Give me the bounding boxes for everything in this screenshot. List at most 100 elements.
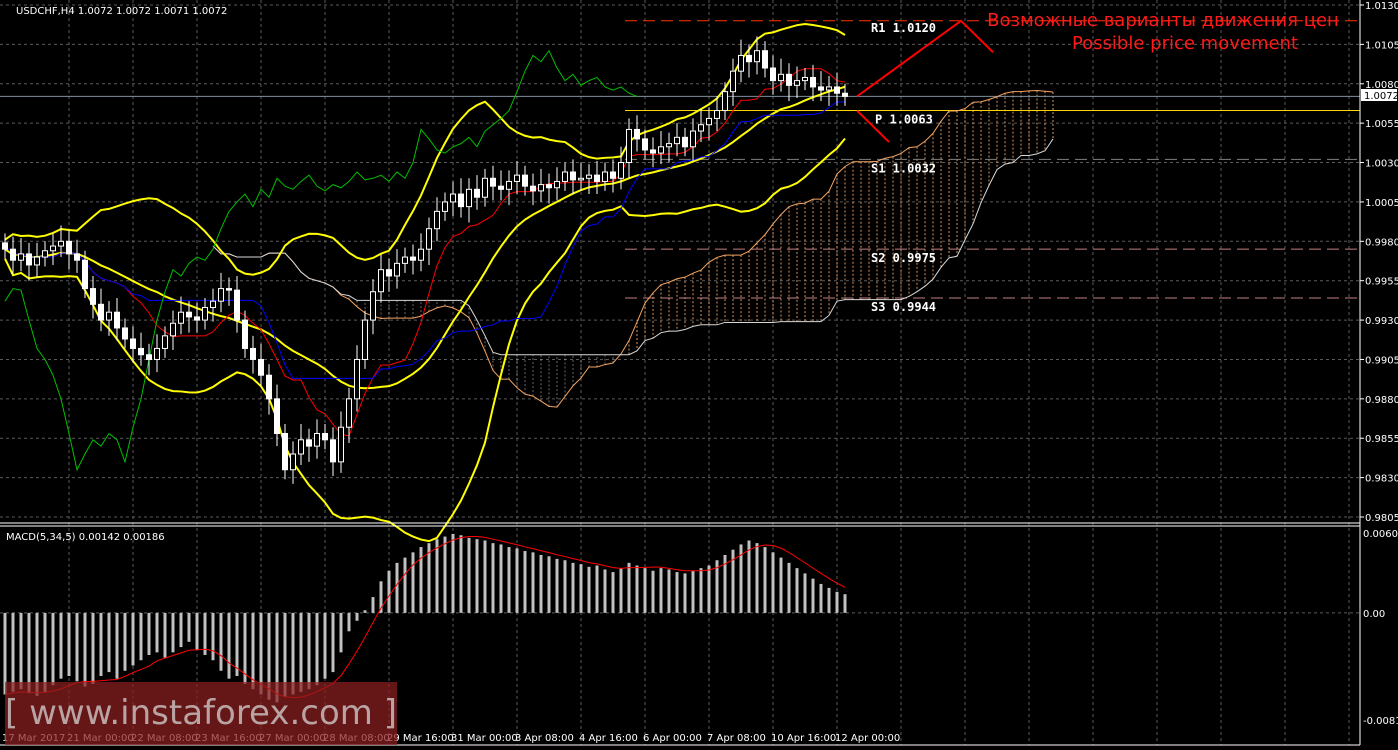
bull-candle	[18, 253, 24, 261]
bull-candle	[106, 311, 112, 321]
bull-candle	[370, 291, 376, 321]
macd-bar	[123, 612, 127, 671]
macd-bar	[403, 557, 407, 613]
macd-bar	[443, 536, 447, 613]
bear-candle	[594, 174, 600, 182]
bear-candle	[10, 248, 16, 261]
macd-bar	[91, 612, 95, 684]
bear-candle	[530, 185, 536, 192]
bull-candle	[626, 128, 632, 164]
x-tick-label: 31 Mar 00:00	[451, 733, 518, 744]
bear-candle	[818, 86, 824, 91]
macd-pane	[3, 533, 847, 703]
macd-bar	[75, 612, 79, 682]
current-price-label: 1.0072	[1364, 91, 1398, 102]
macd-bar	[771, 552, 775, 613]
bull-candle	[602, 171, 608, 182]
bull-candle	[730, 70, 736, 93]
macd-bar	[99, 612, 103, 677]
bull-candle	[314, 433, 320, 447]
bear-candle	[330, 439, 336, 463]
indicator-lines	[4, 22, 1054, 543]
x-tick-label: 10 Apr 16:00	[771, 733, 836, 744]
bull-candle	[394, 262, 400, 277]
bull-candle	[690, 130, 696, 148]
pivot-label: R1 1.0120	[871, 21, 936, 35]
macd-bar	[595, 565, 599, 613]
bear-candle	[522, 174, 528, 187]
bear-candle	[82, 259, 88, 290]
bear-candle	[250, 347, 256, 360]
pivot-label: S3 0.9944	[871, 300, 936, 314]
macd-bar	[179, 612, 183, 648]
macd-bar	[187, 612, 191, 642]
macd-bar	[579, 564, 583, 613]
macd-bar	[827, 587, 831, 613]
bear-candle	[498, 185, 504, 190]
macd-bar	[787, 562, 791, 613]
y-tick-label: 0.9980	[1365, 237, 1398, 248]
x-tick-label: 29 Mar 16:00	[387, 733, 454, 744]
macd-bar	[475, 539, 479, 613]
price-chart[interactable]: R1 1.0120 P 1.0063 S1 1.0032 S2 0.9975 S3 0.…	[0, 0, 1398, 750]
macd-bar	[691, 570, 695, 613]
pivot-label: S1 1.0032	[871, 161, 936, 175]
bull-candle	[554, 180, 560, 189]
macd-bar	[707, 565, 711, 613]
macd-bar	[387, 570, 391, 613]
macd-bar	[363, 610, 367, 613]
bear-candle	[786, 73, 792, 86]
x-tick-label: 4 Apr 16:00	[579, 733, 638, 744]
macd-bar	[227, 612, 231, 679]
macd-bar	[555, 558, 559, 613]
bull-candle	[466, 188, 472, 208]
bull-candle	[170, 322, 176, 337]
bull-candle	[658, 146, 664, 154]
macd-signal-line	[4, 536, 846, 699]
macd-bar	[171, 612, 175, 653]
bear-candle	[226, 288, 232, 291]
y-tick-label: 0.9830	[1365, 474, 1398, 485]
macd-bar	[347, 612, 351, 632]
macd-bar	[51, 612, 55, 686]
y-tick-label: 0.9855	[1365, 434, 1398, 445]
bear-candle	[322, 433, 328, 441]
macd-tick-label: -0.00814	[1363, 716, 1398, 727]
macd-bar	[539, 554, 543, 613]
y-tick-label: 0.9930	[1365, 316, 1398, 327]
macd-bar	[587, 566, 591, 613]
bull-candle	[426, 228, 432, 250]
bear-candle	[642, 138, 648, 151]
macd-bar	[643, 568, 647, 613]
bear-candle	[410, 256, 416, 261]
bear-candle	[650, 149, 656, 154]
macd-bar	[747, 540, 751, 613]
y-tick-label: 1.0130	[1365, 1, 1398, 12]
bear-candle	[90, 288, 96, 305]
bull-candle	[698, 124, 704, 132]
bear-candle	[306, 439, 312, 447]
candles	[2, 36, 848, 484]
macd-bar	[811, 578, 815, 613]
bull-candle	[442, 201, 448, 212]
macd-bar	[195, 612, 199, 650]
macd-bar	[115, 612, 119, 679]
bull-candle	[418, 248, 424, 261]
bull-candle	[58, 240, 64, 247]
macd-bar	[219, 612, 223, 671]
macd-bar	[435, 539, 439, 613]
bull-candle	[362, 319, 368, 360]
macd-bar	[699, 568, 703, 613]
macd-bar	[451, 533, 455, 613]
macd-bar	[531, 552, 535, 613]
bull-candle	[722, 91, 728, 112]
bear-candle	[186, 311, 192, 318]
bull-candle	[794, 80, 800, 86]
bull-candle	[738, 54, 744, 72]
x-tick-label: 12 Apr 00:00	[835, 733, 900, 744]
macd-bar	[251, 612, 255, 690]
bull-candle	[714, 110, 720, 119]
macd-bar	[299, 612, 303, 692]
bull-candle	[210, 300, 216, 308]
bull-candle	[802, 76, 808, 82]
